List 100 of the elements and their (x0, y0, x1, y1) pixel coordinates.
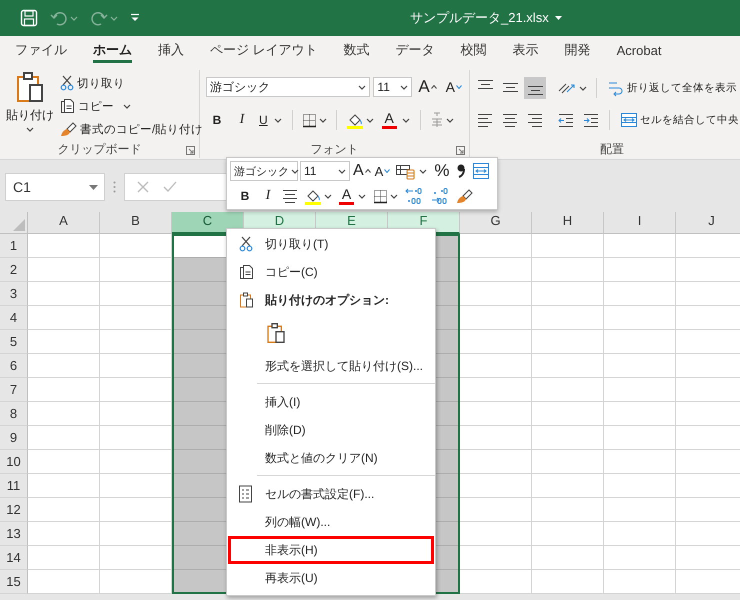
shrink-font-button[interactable]: A (442, 76, 465, 98)
row-header[interactable]: 15 (0, 570, 28, 594)
column-header[interactable]: I (604, 212, 676, 234)
cell[interactable] (532, 234, 604, 258)
cell[interactable] (460, 498, 532, 522)
cell[interactable] (460, 426, 532, 450)
cell[interactable] (460, 306, 532, 330)
column-header[interactable]: C (172, 212, 244, 234)
cell[interactable] (28, 330, 100, 354)
cell[interactable] (604, 498, 676, 522)
cell[interactable] (604, 474, 676, 498)
row-header[interactable]: 5 (0, 330, 28, 354)
cell[interactable] (28, 258, 100, 282)
cell[interactable] (460, 234, 532, 258)
cell[interactable] (28, 450, 100, 474)
row-header[interactable]: 4 (0, 306, 28, 330)
font-color-button[interactable]: A (378, 109, 413, 131)
cell[interactable] (532, 474, 604, 498)
cell[interactable] (28, 378, 100, 402)
column-header[interactable]: H (532, 212, 604, 234)
cut-button[interactable]: 切り取り (58, 72, 206, 94)
cell[interactable] (28, 402, 100, 426)
cell[interactable] (100, 474, 172, 498)
cell[interactable] (100, 330, 172, 354)
cell[interactable] (460, 546, 532, 570)
cell[interactable] (100, 450, 172, 474)
menu-item[interactable]: コピー(C) (228, 258, 434, 286)
cell[interactable] (100, 570, 172, 594)
cell[interactable] (604, 402, 676, 426)
row-header[interactable]: 11 (0, 474, 28, 498)
column-header[interactable]: G (460, 212, 532, 234)
cell[interactable] (28, 234, 100, 258)
font-name-field[interactable]: 游ゴシック (230, 161, 298, 181)
cell[interactable] (460, 282, 532, 306)
cell[interactable] (28, 282, 100, 306)
cell[interactable] (532, 402, 604, 426)
row-header[interactable]: 6 (0, 354, 28, 378)
cell[interactable] (604, 282, 676, 306)
name-box[interactable]: C1 (5, 173, 105, 201)
ribbon-tab[interactable]: 開発 (552, 36, 604, 64)
cancel-button[interactable] (137, 181, 149, 193)
cell[interactable] (532, 498, 604, 522)
menu-item[interactable]: 形式を選択して貼り付け(S)... (228, 352, 434, 380)
copy-button[interactable]: コピー (58, 95, 206, 117)
cell[interactable] (460, 330, 532, 354)
cell[interactable] (604, 450, 676, 474)
cell[interactable] (532, 426, 604, 450)
row-header[interactable]: 9 (0, 426, 28, 450)
bold-button[interactable]: B (234, 185, 256, 207)
cell[interactable] (604, 378, 676, 402)
wrap-text-button[interactable]: 折り返して全体を表示 (604, 76, 740, 100)
cell[interactable] (532, 258, 604, 282)
cell[interactable] (532, 522, 604, 546)
row-header[interactable]: 1 (0, 234, 28, 258)
row-header[interactable]: 2 (0, 258, 28, 282)
cell[interactable] (604, 570, 676, 594)
cell[interactable] (100, 402, 172, 426)
bold-button[interactable]: B (206, 109, 228, 131)
ribbon-tab[interactable]: 数式 (330, 36, 383, 64)
cell[interactable] (100, 234, 172, 258)
cell[interactable] (604, 426, 676, 450)
ribbon-tab[interactable]: ページ レイアウト (197, 36, 331, 64)
ribbon-tab[interactable]: データ (382, 36, 448, 64)
underline-button[interactable]: U (256, 109, 285, 131)
row-header[interactable]: 10 (0, 450, 28, 474)
column-header[interactable]: J (676, 212, 740, 234)
menu-item[interactable]: 再表示(U) (228, 564, 434, 592)
cell[interactable] (532, 546, 604, 570)
cell[interactable] (100, 498, 172, 522)
merge-center-button[interactable]: セルを結合して中央 (617, 108, 740, 132)
cell[interactable] (532, 570, 604, 594)
italic-button[interactable]: I (231, 109, 253, 131)
cell[interactable] (604, 330, 676, 354)
row-header[interactable]: 13 (0, 522, 28, 546)
cell[interactable] (28, 354, 100, 378)
ribbon-tab[interactable]: 校閲 (448, 36, 500, 64)
cell[interactable] (100, 282, 172, 306)
cell[interactable] (532, 378, 604, 402)
cell[interactable] (28, 498, 100, 522)
enter-button[interactable] (163, 181, 177, 193)
cell[interactable] (100, 426, 172, 450)
menu-item[interactable]: 数式と値のクリア(N) (228, 444, 434, 472)
column-header[interactable]: B (100, 212, 172, 234)
font-size-field[interactable]: 11 (300, 161, 350, 181)
cell[interactable] (100, 522, 172, 546)
row-header[interactable]: 12 (0, 498, 28, 522)
cell[interactable] (460, 402, 532, 426)
cell[interactable] (532, 282, 604, 306)
ribbon-tab[interactable]: 挿入 (145, 36, 197, 64)
cell[interactable] (604, 522, 676, 546)
format-painter-button[interactable]: 書式のコピー/貼り付け (58, 118, 206, 140)
cell[interactable] (460, 522, 532, 546)
cell[interactable] (28, 306, 100, 330)
cell[interactable] (604, 258, 676, 282)
cell[interactable] (460, 378, 532, 402)
shrink-font-button[interactable]: A (374, 160, 392, 182)
grow-font-button[interactable]: A (352, 160, 372, 182)
cell[interactable] (460, 450, 532, 474)
ribbon-tab[interactable]: 表示 (500, 36, 552, 64)
font-name-field[interactable]: 游ゴシック (206, 77, 370, 97)
